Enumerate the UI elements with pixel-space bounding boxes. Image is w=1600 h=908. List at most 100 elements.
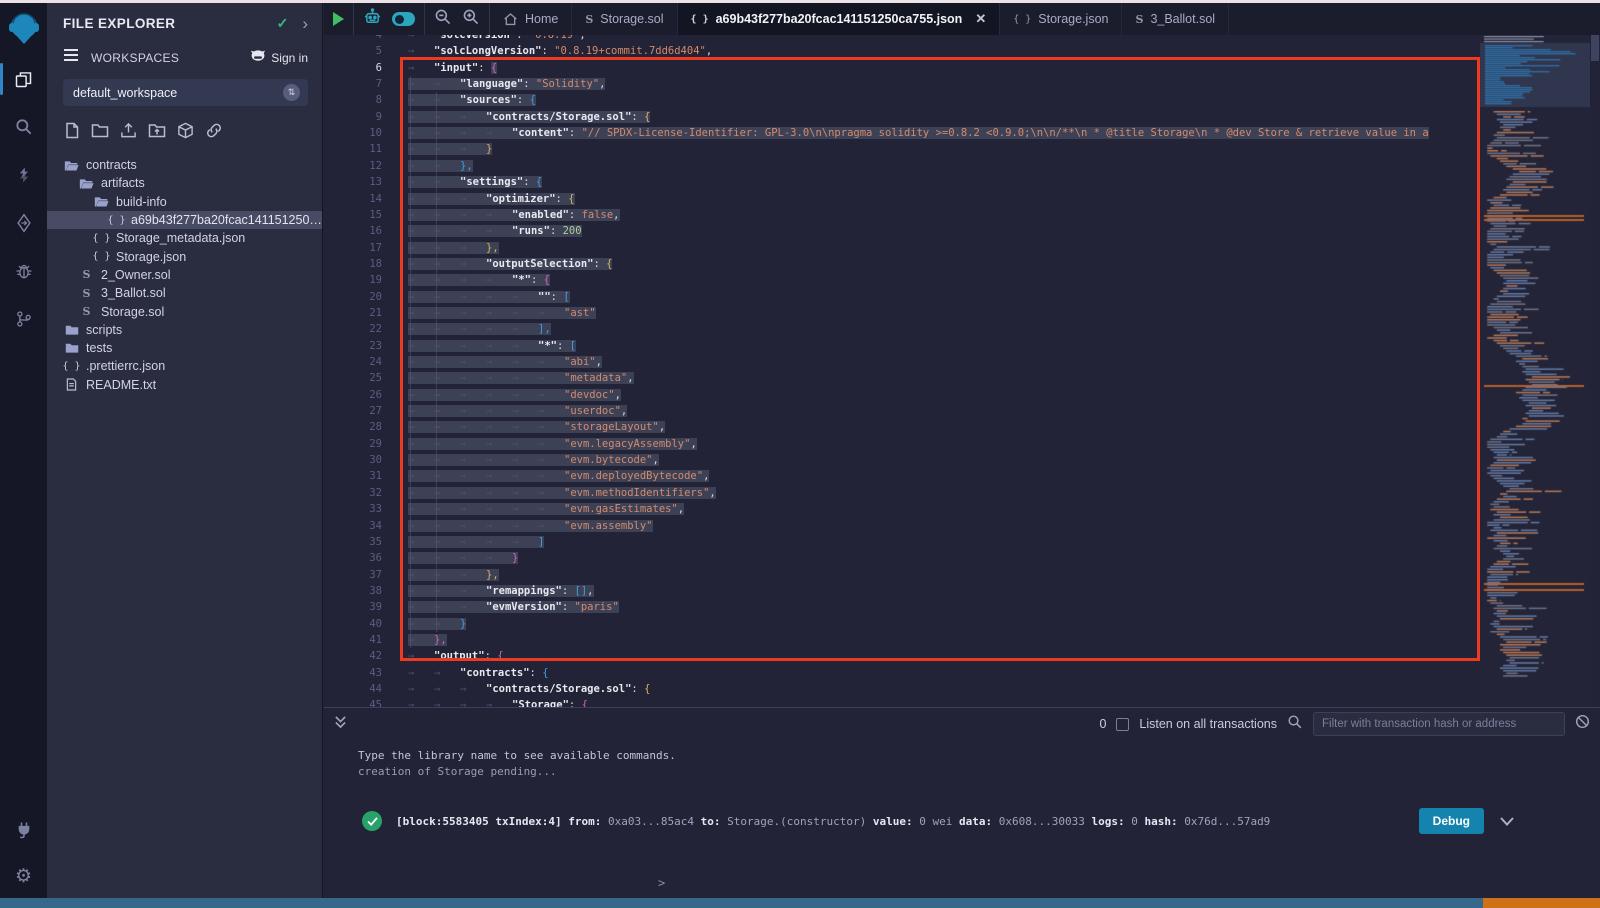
tree-item-label: .prettierrc.json <box>86 359 165 373</box>
folder-open-icon <box>93 195 110 208</box>
tree-item-label: artifacts <box>101 176 145 190</box>
line-number: 7 <box>324 76 396 92</box>
new-folder-icon[interactable] <box>91 122 109 144</box>
line-number: 14 <box>324 191 396 207</box>
line-number: 9 <box>324 109 396 125</box>
tree-item-tests[interactable]: tests <box>47 339 322 357</box>
sidebar-item-solidity-compiler[interactable] <box>0 151 47 199</box>
line-number: 5 <box>324 43 396 59</box>
tree-item-storage-sol[interactable]: SStorage.sol <box>47 302 322 320</box>
github-icon <box>250 49 266 66</box>
line-number: 19 <box>324 272 396 288</box>
terminal-log: Type the library name to see available c… <box>358 748 1600 780</box>
close-tab-icon[interactable]: ✕ <box>975 11 986 27</box>
tree-item-3-ballot-sol[interactable]: S3_Ballot.sol <box>47 284 322 302</box>
status-alert-segment[interactable] <box>1483 898 1600 908</box>
tree-item-2-owner-sol[interactable]: S2_Owner.sol <box>47 266 322 284</box>
tree-item-storage-json[interactable]: { }Storage.json <box>47 247 322 265</box>
tab-storage-sol[interactable]: SStorage.sol <box>572 3 677 35</box>
expand-terminal-icon[interactable] <box>334 715 347 734</box>
remix-logo-icon[interactable] <box>0 3 47 55</box>
window-top-edge <box>0 0 1600 3</box>
tree-item-storage-metadata-json[interactable]: { }Storage_metadata.json <box>47 229 322 247</box>
terminal-header: 0 Listen on all transactions <box>324 708 1600 740</box>
line-number: 8 <box>324 92 396 108</box>
transaction-row[interactable]: [block:5583405 txIndex:4] from: 0xa03...… <box>324 804 1600 838</box>
tree-item--prettierrc-json[interactable]: { }.prettierrc.json <box>47 357 322 375</box>
cube-icon[interactable] <box>177 122 194 144</box>
line-number: 29 <box>324 436 396 452</box>
sidebar-item-deploy-run[interactable] <box>0 199 47 247</box>
code-editor[interactable]: 4→"solcVersion": "0.8.19",5→"solcLongVer… <box>324 35 1600 707</box>
tree-item-scripts[interactable]: scripts <box>47 321 322 339</box>
sidebar-item-plugin-manager[interactable] <box>0 806 47 854</box>
line-number: 11 <box>324 141 396 157</box>
sidebar-item-git[interactable] <box>0 295 47 343</box>
tree-item-label: tests <box>86 341 112 355</box>
sidebar-item-file-explorer[interactable] <box>0 55 47 103</box>
solidity-file-icon: S <box>78 287 95 300</box>
tab-home[interactable]: Home <box>490 3 572 35</box>
line-number: 40 <box>324 616 396 632</box>
remix-ai-robot-icon[interactable] <box>363 8 382 31</box>
line-number: 4 <box>324 35 396 43</box>
chevron-right-icon[interactable]: › <box>302 19 308 29</box>
tab-label: Home <box>525 12 558 26</box>
zoom-out-icon[interactable] <box>434 8 452 31</box>
gear-icon: ⚙ <box>15 865 32 888</box>
terminal-prompt[interactable]: > <box>658 876 665 890</box>
tree-item-label: a69b43f277ba20fcac141151250ca7... <box>131 213 322 227</box>
tab-3-ballot-sol[interactable]: S3_Ballot.sol <box>1122 3 1229 35</box>
line-number: 15 <box>324 207 396 223</box>
tree-item-label: 2_Owner.sol <box>101 268 170 282</box>
editor-scrollbar[interactable] <box>1591 35 1599 61</box>
tab-a69b43f277ba20fcac141151250ca755-json[interactable]: { }a69b43f277ba20fcac141151250ca755.json… <box>678 3 1001 35</box>
tree-item-build-info[interactable]: build-info <box>47 193 322 211</box>
sidebar-item-search[interactable] <box>0 103 47 151</box>
line-number: 10 <box>324 125 396 141</box>
folder-open-icon <box>63 159 80 172</box>
line-number: 34 <box>324 518 396 534</box>
git-branch-icon <box>14 309 34 329</box>
tree-item-readme-txt[interactable]: README.txt <box>47 376 322 394</box>
minimap[interactable] <box>1480 35 1590 707</box>
panel-title: FILE EXPLORER <box>63 16 277 31</box>
tree-item-label: Storage_metadata.json <box>116 231 245 245</box>
upload-file-icon[interactable] <box>120 122 137 144</box>
line-number: 20 <box>324 289 396 305</box>
sidebar-item-debugger[interactable] <box>0 247 47 295</box>
line-number: 38 <box>324 583 396 599</box>
clear-console-icon[interactable] <box>1575 714 1590 734</box>
tree-item-contracts[interactable]: contracts <box>47 156 322 174</box>
debug-button[interactable]: Debug <box>1419 808 1484 834</box>
tree-item-label: Storage.json <box>116 250 186 264</box>
workspaces-label: WORKSPACES <box>91 51 250 65</box>
workspace-select[interactable]: default_workspace ⇅ <box>63 79 308 106</box>
annotation-rectangle <box>400 57 1480 661</box>
sign-in-button[interactable]: Sign in <box>250 49 308 66</box>
zoom-in-icon[interactable] <box>462 8 480 31</box>
line-number: 42 <box>324 648 396 664</box>
new-file-icon[interactable] <box>64 122 80 144</box>
icon-rail: ⚙ <box>0 3 47 898</box>
json-file-icon: { } <box>108 215 125 226</box>
line-number: 21 <box>324 305 396 321</box>
link-icon[interactable] <box>205 122 223 144</box>
transaction-filter-input[interactable] <box>1313 712 1565 736</box>
line-number: 41 <box>324 632 396 648</box>
listen-all-checkbox[interactable] <box>1116 718 1129 731</box>
tab-label: Storage.sol <box>600 12 663 26</box>
tab-storage-json[interactable]: { }Storage.json <box>1000 3 1122 35</box>
code-line: →"solcVersion": "0.8.19", <box>408 35 586 43</box>
upload-folder-icon[interactable] <box>148 122 166 144</box>
run-script-button[interactable] <box>333 12 344 26</box>
expand-transaction-icon[interactable] <box>1500 817 1514 826</box>
terminal-search-icon[interactable] <box>1287 714 1303 735</box>
hamburger-menu-icon[interactable] <box>63 48 79 67</box>
tree-item-artifacts[interactable]: artifacts <box>47 174 322 192</box>
ai-toggle-switch[interactable] <box>392 12 415 26</box>
tree-item-a69b43f277ba20fcac141151250ca7-[interactable]: { } a69b43f277ba20fcac141151250ca7... <box>47 211 322 229</box>
sidebar-item-settings[interactable]: ⚙ <box>0 854 47 898</box>
line-number: 23 <box>324 338 396 354</box>
workspace-caret-icon: ⇅ <box>283 84 300 101</box>
